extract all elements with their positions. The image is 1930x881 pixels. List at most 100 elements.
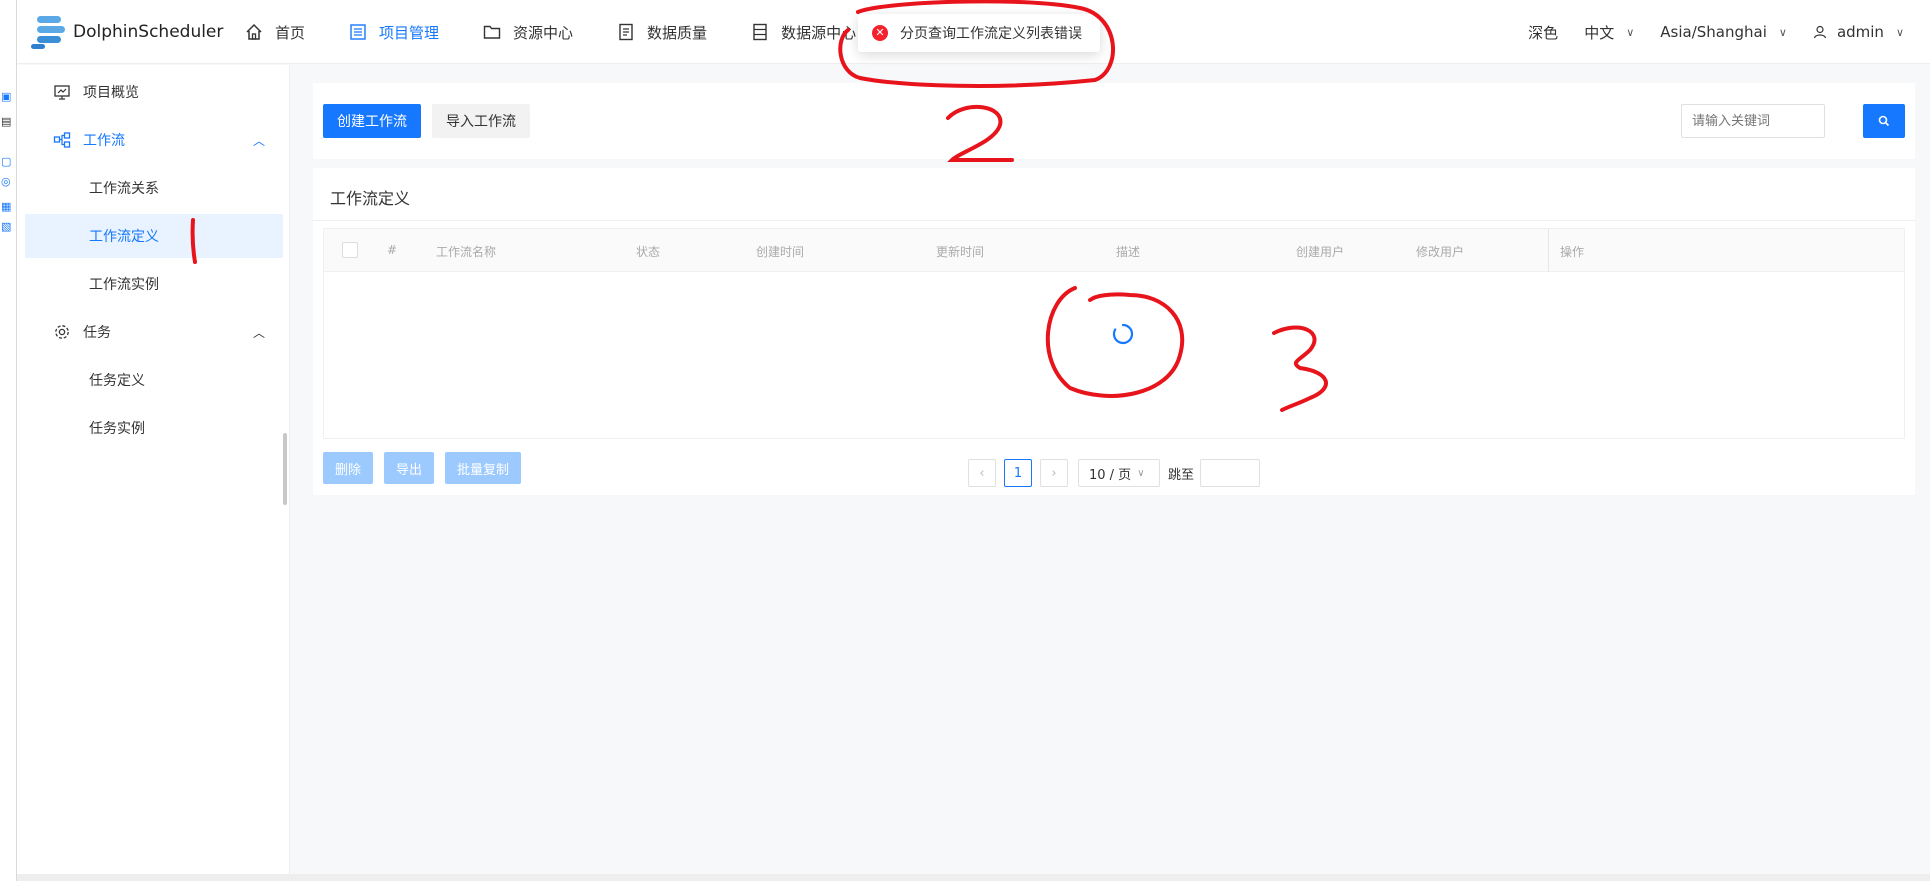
home-icon — [246, 23, 262, 40]
page-size-value: 10 / 页 — [1089, 467, 1132, 483]
search-button[interactable] — [1863, 104, 1905, 138]
nav-label: 资源中心 — [513, 23, 574, 42]
search-icon — [1878, 115, 1890, 127]
sidebar-item-label: 任务定义 — [89, 373, 145, 389]
column-header: # — [387, 243, 398, 257]
timezone-value: Asia/Shanghai — [1660, 23, 1767, 41]
sidebar-item-task-definition[interactable]: 任务定义 — [25, 358, 283, 402]
workflow-icon — [53, 131, 71, 149]
sidebar-item-task-instance[interactable]: 任务实例 — [25, 406, 283, 450]
table-header: # 工作流名称 状态 创建时间 更新时间 描述 创建用户 修改用户 操作 — [324, 229, 1904, 272]
sidebar: 项目概览 工作流 ︿ 工作流关系 工作流定义 工作流实例 任务 ︿ 任务定义 任… — [17, 65, 290, 875]
workflow-definition-card: 工作流定义 # 工作流名称 状态 创建时间 更新时间 描述 创建用户 修改用户 … — [313, 168, 1915, 495]
task-gear-icon — [53, 323, 71, 341]
datasource-icon — [753, 23, 767, 41]
language-select[interactable]: 中文 ∨ — [1584, 22, 1634, 43]
column-header: 修改用户 — [1416, 245, 1465, 259]
sidebar-item-project-overview[interactable]: 项目概览 — [25, 70, 283, 114]
host-icon: ▣ — [1, 90, 12, 103]
user-menu[interactable]: admin ∨ — [1813, 23, 1904, 41]
bottom-bar — [17, 874, 1930, 881]
export-button[interactable]: 导出 — [384, 452, 435, 484]
timezone-select[interactable]: Asia/Shanghai ∨ — [1660, 23, 1787, 41]
nav-project-management[interactable]: 项目管理 — [349, 0, 439, 64]
theme-label: 深色 — [1528, 23, 1559, 42]
chevron-up-icon: ︿ — [252, 325, 265, 340]
next-page-button[interactable]: › — [1040, 459, 1068, 487]
data-quality-icon — [619, 23, 633, 41]
page-size-select[interactable]: 10 / 页 ∨ — [1078, 459, 1160, 487]
column-header: 创建时间 — [756, 245, 805, 259]
workflow-table: # 工作流名称 状态 创建时间 更新时间 描述 创建用户 修改用户 操作 — [323, 228, 1905, 439]
chevron-down-icon: ∨ — [1778, 25, 1787, 39]
loading-spinner-icon — [1112, 323, 1134, 345]
nav-label: 数据源中心 — [781, 23, 857, 42]
logo-text: DolphinScheduler — [73, 22, 224, 42]
chevron-down-icon: ∨ — [1137, 467, 1145, 479]
sidebar-item-workflow[interactable]: 工作流 ︿ — [25, 118, 283, 162]
delete-button[interactable]: 删除 — [323, 452, 374, 484]
sidebar-item-workflow-instance[interactable]: 工作流实例 — [25, 262, 283, 306]
user-name: admin — [1836, 23, 1884, 41]
select-all-checkbox[interactable] — [342, 242, 358, 258]
chevron-down-icon: ∨ — [1626, 25, 1635, 39]
project-icon — [350, 24, 366, 40]
nav-home[interactable]: 首页 — [245, 0, 305, 64]
toolbar-card: 创建工作流 导入工作流 — [313, 83, 1915, 159]
host-icon: ▧ — [1, 220, 12, 233]
sidebar-item-label: 任务 — [83, 325, 111, 341]
column-header: 更新时间 — [936, 245, 985, 259]
sidebar-item-task[interactable]: 任务 ︿ — [25, 310, 283, 354]
error-close-circle-icon: ✕ — [872, 25, 888, 41]
jump-label: 跳至 — [1168, 467, 1195, 483]
dolphin-logo-icon — [29, 14, 71, 50]
host-icon: ◎ — [1, 175, 11, 188]
sidebar-item-label: 工作流实例 — [89, 277, 159, 293]
nav-label: 项目管理 — [379, 23, 440, 42]
column-separator — [1548, 229, 1549, 272]
host-icon: ▤ — [1, 115, 12, 128]
sidebar-item-workflow-relation[interactable]: 工作流关系 — [25, 166, 283, 210]
chevron-up-icon: ︿ — [252, 133, 265, 148]
sidebar-item-label: 任务实例 — [89, 421, 145, 437]
logo[interactable]: DolphinScheduler — [29, 14, 223, 50]
column-header: 状态 — [636, 245, 661, 259]
chevron-down-icon: ∨ — [1895, 25, 1904, 39]
toast-message: 分页查询工作流定义列表错误 — [900, 26, 1082, 42]
sidebar-scrollbar[interactable] — [283, 433, 287, 505]
sidebar-item-label: 工作流定义 — [89, 229, 159, 245]
nav-data-quality[interactable]: 数据质量 — [617, 0, 707, 64]
batch-copy-button[interactable]: 批量复制 — [445, 452, 522, 484]
header-tools: 深色 中文 ∨ Asia/Shanghai ∨ admin ∨ — [1528, 0, 1930, 64]
sidebar-item-label: 工作流关系 — [89, 181, 159, 197]
host-window-strip: ▣ ▤ ▢ ◎ ▦ ▧ — [0, 0, 17, 881]
nav-datasource-center[interactable]: 数据源中心 — [751, 0, 856, 64]
host-icon: ▢ — [1, 155, 12, 168]
host-icon: ▦ — [1, 200, 12, 213]
theme-toggle[interactable]: 深色 — [1528, 22, 1558, 43]
folder-icon — [483, 25, 501, 39]
list-title: 工作流定义 — [330, 189, 411, 208]
error-toast: ✕ 分页查询工作流定义列表错误 — [858, 14, 1100, 52]
column-header: 创建用户 — [1296, 245, 1345, 259]
search-input[interactable] — [1681, 104, 1825, 138]
import-workflow-button[interactable]: 导入工作流 — [432, 104, 530, 138]
create-workflow-button[interactable]: 创建工作流 — [323, 104, 421, 138]
language-value: 中文 — [1584, 23, 1615, 42]
sidebar-item-label: 工作流 — [83, 133, 125, 149]
column-header: 工作流名称 — [436, 245, 497, 259]
column-header: 描述 — [1116, 245, 1141, 259]
nav-label: 数据质量 — [647, 23, 708, 42]
overview-icon — [53, 83, 71, 101]
jump-page-input[interactable] — [1200, 459, 1261, 487]
divider — [313, 220, 1915, 221]
main-nav: 首页 项目管理 资源中心 数据质量 数据源中心 — [245, 0, 900, 64]
prev-page-button[interactable]: ‹ — [968, 459, 996, 487]
nav-resource-center[interactable]: 资源中心 — [483, 0, 573, 64]
sidebar-item-workflow-definition[interactable]: 工作流定义 — [25, 214, 283, 258]
nav-label: 首页 — [275, 23, 306, 42]
column-header: 操作 — [1560, 245, 1585, 259]
page-number[interactable]: 1 — [1004, 459, 1032, 487]
user-icon — [1813, 25, 1827, 39]
sidebar-item-label: 项目概览 — [83, 85, 139, 101]
